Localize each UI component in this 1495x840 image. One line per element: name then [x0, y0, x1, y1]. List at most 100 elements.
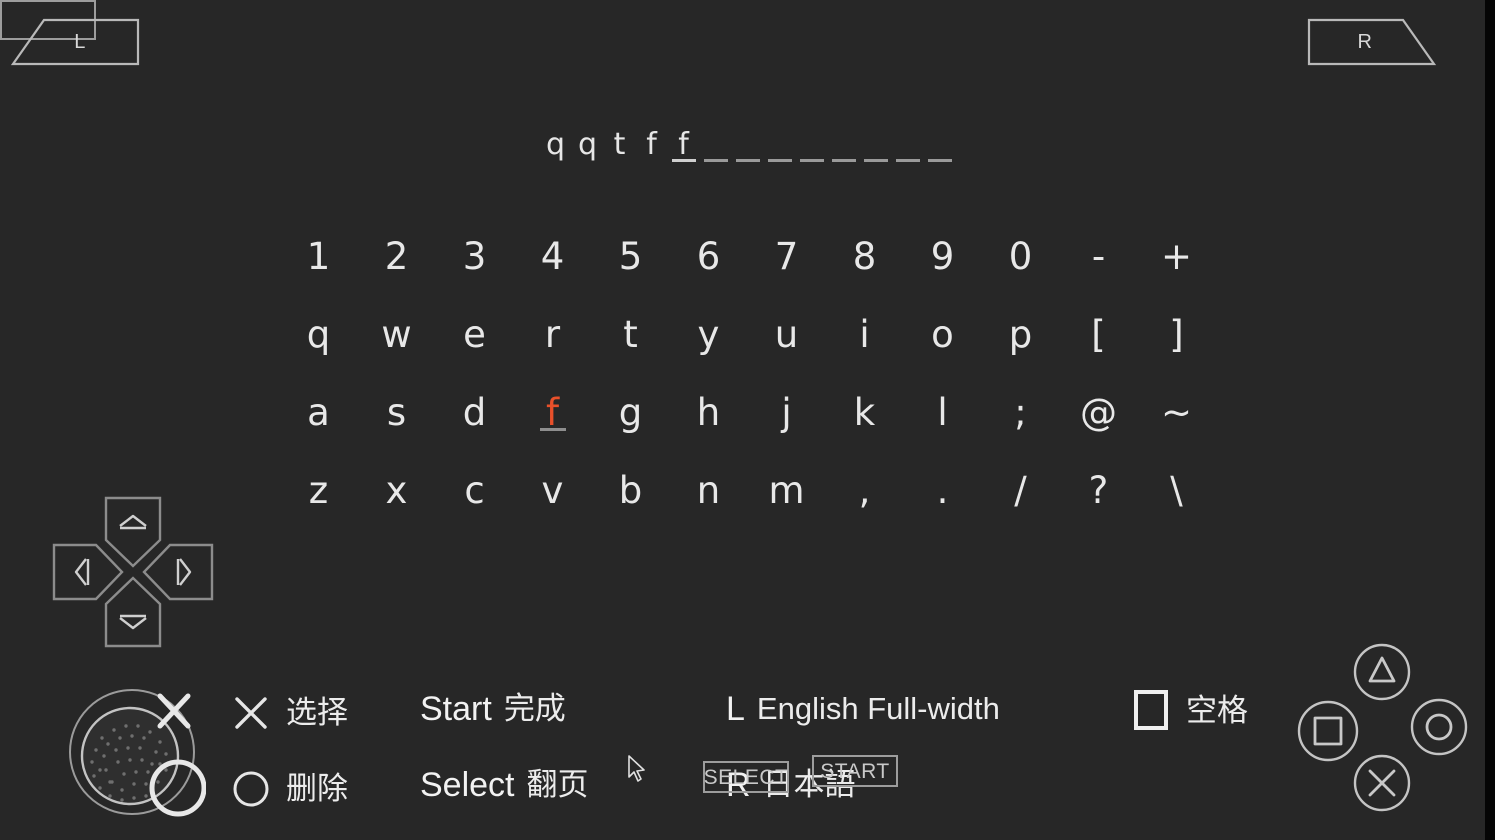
entry-char-empty: _ — [764, 126, 796, 164]
entry-char-empty: _ — [860, 126, 892, 164]
legend-delete-desc: 删除 — [286, 771, 348, 806]
dpad-down — [104, 576, 162, 648]
key-r[interactable]: r — [514, 313, 592, 357]
circle-button[interactable] — [1410, 698, 1468, 756]
key-1[interactable]: 1 — [280, 235, 358, 279]
key-v[interactable]: v — [514, 469, 592, 513]
overlay-button-start[interactable]: START — [812, 755, 898, 787]
key-8[interactable]: 8 — [826, 235, 904, 279]
key-y[interactable]: y — [670, 313, 748, 357]
keyboard-row: 1 2 3 4 5 6 7 8 9 0- + — [0, 218, 1495, 296]
key-;[interactable]: ; — [982, 391, 1060, 435]
key-b[interactable]: b — [592, 469, 670, 513]
key-a[interactable]: a — [280, 391, 358, 435]
key-6[interactable]: 6 — [670, 235, 748, 279]
key-backslash[interactable]: \ — [1138, 469, 1216, 513]
circle-icon — [1410, 698, 1468, 756]
legend-item-start: Start 完成 — [420, 690, 566, 728]
square-icon — [1128, 688, 1174, 734]
legend-start-desc: 完成 — [503, 691, 566, 726]
legend-space-desc: 空格 — [1186, 693, 1248, 728]
onscreen-keyboard[interactable]: 1 2 3 4 5 6 7 8 9 0- + q w e r t y u i o p[] a s d f g h j k l; @ ~ z x c v… — [0, 218, 1495, 530]
key-l[interactable]: l — [904, 391, 982, 435]
keyboard-row: q w e r t y u i o p[] — [0, 296, 1495, 374]
shoulder-button-r[interactable]: R — [1307, 18, 1437, 66]
analog-stick-graphic — [69, 689, 206, 817]
entry-char-empty: _ — [892, 126, 924, 164]
key-?[interactable]: ? — [1060, 469, 1138, 513]
legend-start-key: Start — [420, 690, 492, 728]
key-f[interactable]: f — [514, 391, 592, 435]
key-[[interactable]: [ — [1060, 313, 1138, 357]
key-7[interactable]: 7 — [748, 235, 826, 279]
key-h[interactable]: h — [670, 391, 748, 435]
legend-l-desc: English Full-width — [756, 691, 1000, 726]
triangle-button[interactable] — [1353, 643, 1411, 701]
shoulder-button-l[interactable]: L — [10, 18, 140, 66]
entry-char: t — [613, 127, 626, 162]
cross-button[interactable] — [1353, 754, 1411, 812]
key-o[interactable]: o — [904, 313, 982, 357]
key-w[interactable]: w — [358, 313, 436, 357]
key-g[interactable]: g — [592, 391, 670, 435]
key-][interactable]: ] — [1138, 313, 1216, 357]
cross-icon — [228, 690, 274, 736]
entry-char: q — [577, 127, 598, 162]
key-/[interactable]: / — [982, 469, 1060, 513]
legend-select-page-desc: 翻页 — [526, 767, 589, 802]
cross-icon — [1353, 754, 1411, 812]
keyboard-row: a s d f g h j k l; @ ~ — [0, 374, 1495, 452]
circle-icon — [228, 766, 274, 812]
legend-item-select-page: Select 翻页 — [420, 766, 589, 804]
dpad-outline — [52, 496, 214, 648]
key-.[interactable]: . — [904, 469, 982, 513]
dpad[interactable] — [48, 492, 218, 652]
entry-char-empty: _ — [732, 126, 764, 164]
key-u[interactable]: u — [748, 313, 826, 357]
key-x[interactable]: x — [358, 469, 436, 513]
mouse-cursor-icon — [627, 755, 647, 783]
key-3[interactable]: 3 — [436, 235, 514, 279]
square-button[interactable] — [1297, 700, 1359, 762]
legend-item-space: 空格 — [1128, 688, 1248, 734]
key--[interactable]: - — [1060, 235, 1138, 279]
key-n[interactable]: n — [670, 469, 748, 513]
key-z[interactable]: z — [280, 469, 358, 513]
key-9[interactable]: 9 — [904, 235, 982, 279]
entry-char: q — [545, 127, 566, 162]
key-q[interactable]: q — [280, 313, 358, 357]
key-c[interactable]: c — [436, 469, 514, 513]
square-icon — [1297, 700, 1359, 762]
key-s[interactable]: s — [358, 391, 436, 435]
key-@[interactable]: @ — [1060, 391, 1138, 435]
entry-char-empty: _ — [828, 126, 860, 164]
entry-char-empty: _ — [924, 126, 956, 164]
key-4[interactable]: 4 — [514, 235, 592, 279]
overlay-button-select[interactable]: SELECT — [703, 761, 789, 793]
game-screen: L R qqtff________ 1234567890-+qwertyuiop… — [0, 0, 1495, 840]
key-p[interactable]: p — [982, 313, 1060, 357]
legend-item-select: 选择 — [228, 690, 348, 736]
key-m[interactable]: m — [748, 469, 826, 513]
key-t[interactable]: t — [592, 313, 670, 357]
key-e[interactable]: e — [436, 313, 514, 357]
key-d[interactable]: d — [436, 391, 514, 435]
key-j[interactable]: j — [748, 391, 826, 435]
entry-char: f — [668, 126, 700, 164]
keyboard-row: z x c v b n m,. /? \ — [0, 452, 1495, 530]
key-,[interactable]: , — [826, 469, 904, 513]
key-5[interactable]: 5 — [592, 235, 670, 279]
legend-select-key: Select — [420, 766, 515, 804]
key-~[interactable]: ~ — [1138, 391, 1216, 435]
legend-item-delete: 删除 — [228, 766, 348, 812]
text-entry-field[interactable]: qqtff________ — [0, 126, 1495, 164]
key-k[interactable]: k — [826, 391, 904, 435]
key-+[interactable]: + — [1138, 235, 1216, 279]
key-0[interactable]: 0 — [982, 235, 1060, 279]
legend-select-desc: 选择 — [286, 695, 348, 730]
key-i[interactable]: i — [826, 313, 904, 357]
key-2[interactable]: 2 — [358, 235, 436, 279]
analog-stick[interactable] — [66, 686, 206, 826]
dpad-up — [104, 496, 162, 568]
entry-char-empty: _ — [700, 126, 732, 164]
